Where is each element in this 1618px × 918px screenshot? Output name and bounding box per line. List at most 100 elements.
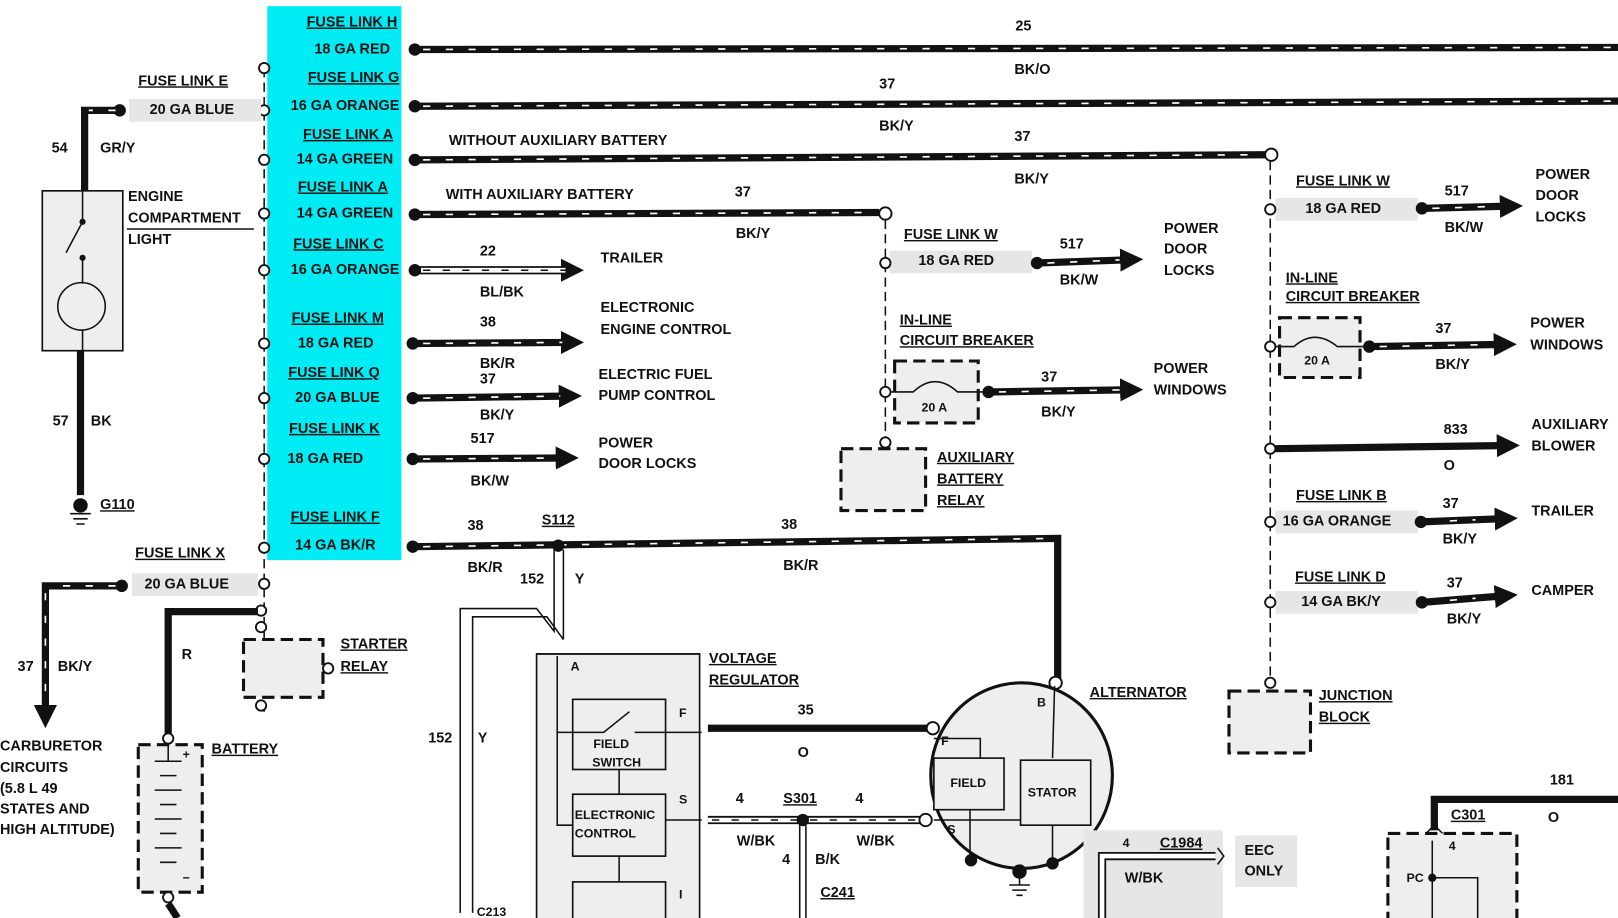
component-label: RELAY (937, 493, 985, 509)
circuit-number: 4 (736, 791, 744, 807)
circuit-number: 37 (18, 659, 34, 675)
wire-gauge-label: 18 GA RED (918, 253, 994, 269)
wire-gauge-label: 18 GA RED (288, 451, 364, 467)
component-label: PC (1406, 871, 1423, 885)
component-label: JUNCTION (1319, 688, 1393, 704)
wire-color: BK/W (1060, 272, 1099, 288)
wire-gauge-label: 14 GA BK/R (295, 537, 376, 553)
fuse-link-label: FUSE LINK G (308, 70, 399, 86)
wire-color: GR/Y (100, 140, 136, 156)
wire-color: BK/Y (1447, 612, 1482, 628)
destination-label: POWER (598, 435, 653, 451)
circuit-number: 37 (735, 185, 751, 201)
wire-gauge-label: 16 GA ORANGE (291, 262, 400, 278)
fuse-link-label: FUSE LINK A (303, 127, 394, 143)
circuit-number: 4 (782, 852, 790, 868)
destination-label: PUMP CONTROL (598, 388, 715, 404)
circuit-number: 38 (467, 518, 483, 534)
destination-label: POWER (1535, 167, 1590, 183)
terminal-label: F (941, 734, 949, 748)
wire-color: BK/Y (480, 407, 515, 423)
fuse-link-label: FUSE LINK X (135, 546, 225, 562)
fuse-link-label: FUSE LINK K (289, 421, 380, 437)
circuit-number: 37 (480, 371, 496, 387)
fuse-link-label: FUSE LINK A (298, 180, 389, 196)
battery-plus: + (183, 747, 190, 761)
eec-note: EEC (1244, 843, 1274, 859)
component-label: ELECTRONIC (575, 808, 656, 822)
fuse-block-highlight (267, 6, 402, 561)
connector-label: C213 (477, 905, 507, 918)
circuit-number: 37 (1041, 369, 1057, 385)
wire-color: W/BK (856, 833, 895, 849)
wire-gauge-label: 14 GA GREEN (297, 205, 394, 221)
destination-label: AUXILIARY (1531, 417, 1609, 433)
wire-gauge-label: 16 GA ORANGE (291, 98, 400, 114)
circuit-number: 38 (480, 315, 496, 331)
connector-label: C301 (1451, 808, 1486, 824)
wire-color: BK/Y (879, 119, 914, 135)
wire-color: O (1548, 810, 1559, 826)
wire-color: BK/Y (736, 226, 771, 242)
destination-label: CIRCUITS (0, 760, 69, 776)
component-label: SWITCH (592, 756, 641, 770)
wire-color: BK/O (1014, 62, 1050, 78)
wire-color: B/K (815, 852, 840, 868)
fuse-link-label: FUSE LINK W (1296, 173, 1390, 189)
component-label: LIGHT (128, 232, 171, 248)
circuit-number: 22 (480, 243, 496, 259)
terminal-label: B (1037, 696, 1046, 710)
circuit-note: WITH AUXILIARY BATTERY (446, 187, 634, 203)
circuit-number: 35 (798, 702, 814, 718)
circuit-number: 181 (1550, 773, 1574, 789)
fuse-link-label: FUSE LINK Q (288, 365, 379, 381)
component-label: STATOR (1028, 785, 1077, 799)
destination-label: STATES AND (0, 802, 90, 818)
charging-system: 152 Y 152 Y C213 A VOLTAGE REGULATOR FIE… (428, 549, 1618, 918)
circuit-number: 37 (1435, 321, 1451, 337)
wire-color: BK/W (471, 474, 510, 490)
wire-gauge-label: 20 GA BLUE (144, 577, 229, 593)
terminal-label: S (947, 823, 955, 837)
destination-label: (5.8 L 49 (0, 781, 58, 797)
fuse-link-label: FUSE LINK M (292, 311, 384, 327)
circuit-number: 37 (1014, 129, 1030, 145)
destination-label: POWER (1530, 316, 1585, 332)
fuse-link-label: FUSE LINK E (138, 73, 228, 89)
breaker-rating: 20 A (1304, 353, 1330, 367)
destination-label: DOOR LOCKS (598, 456, 696, 472)
component-label: VOLTAGE (709, 651, 777, 667)
component-label: FIELD (593, 737, 629, 751)
pin-number: 4 (1449, 839, 1456, 853)
terminal-label: A (571, 660, 580, 674)
destination-label: HIGH ALTITUDE) (0, 822, 115, 838)
component-label: ALTERNATOR (1090, 685, 1188, 701)
component-label: AUXILIARY (937, 450, 1015, 466)
fuse-link-label: FUSE LINK D (1295, 569, 1386, 585)
ground-label: G110 (100, 497, 135, 513)
circuit-number: 54 (52, 140, 68, 156)
auxiliary-battery-branch: FUSE LINK W 18 GA RED 517 BK/W POWER DOO… (839, 219, 1227, 513)
fuse-link-label: FUSE LINK W (904, 227, 998, 243)
circuit-number: 517 (1060, 236, 1084, 252)
component-label: REGULATOR (709, 673, 800, 689)
wire-color: Y (575, 571, 585, 587)
destination-label: BLOWER (1531, 438, 1596, 454)
wire-color: BK/W (1445, 220, 1484, 236)
wire-color: BK/Y (58, 659, 93, 675)
destination-label: TRAILER (601, 251, 664, 267)
component-label: ENGINE (128, 189, 184, 205)
wire-color: BK/Y (1014, 171, 1049, 187)
component-label: CIRCUIT BREAKER (900, 333, 1035, 349)
wire-gauge-label: 16 GA ORANGE (1283, 514, 1392, 530)
fuse-link-label: FUSE LINK B (1296, 488, 1387, 504)
breaker-rating: 20 A (921, 401, 947, 415)
circuit-number: 37 (1443, 496, 1459, 512)
wire-color: BK/Y (1435, 357, 1470, 373)
terminal-label: S (679, 793, 687, 807)
wire-color: R (182, 647, 193, 663)
wire-color: BK/Y (1041, 404, 1076, 420)
destination-label: DOOR (1535, 188, 1579, 204)
circuit-number: 57 (53, 414, 69, 430)
wire-color: O (798, 745, 809, 761)
